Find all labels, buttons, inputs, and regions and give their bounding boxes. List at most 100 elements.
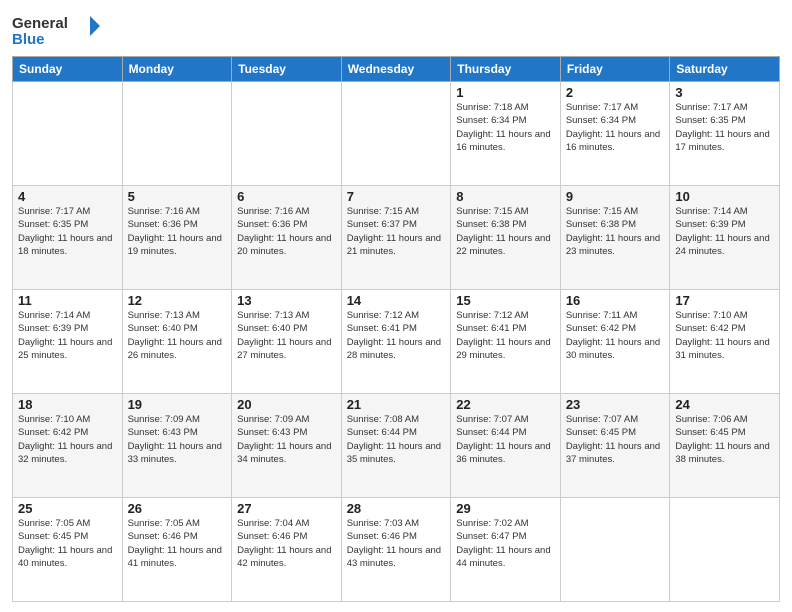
day-number: 22 [456,397,555,412]
day-number: 8 [456,189,555,204]
col-header-sunday: Sunday [13,57,123,82]
day-number: 13 [237,293,336,308]
day-info: Sunrise: 7:06 AM Sunset: 6:45 PM Dayligh… [675,413,774,466]
day-number: 6 [237,189,336,204]
day-info: Sunrise: 7:13 AM Sunset: 6:40 PM Dayligh… [128,309,227,362]
calendar-cell: 18Sunrise: 7:10 AM Sunset: 6:42 PM Dayli… [13,394,123,498]
calendar-cell: 20Sunrise: 7:09 AM Sunset: 6:43 PM Dayli… [232,394,342,498]
day-info: Sunrise: 7:18 AM Sunset: 6:34 PM Dayligh… [456,101,555,154]
calendar-cell [670,498,780,602]
col-header-thursday: Thursday [451,57,561,82]
day-number: 29 [456,501,555,516]
day-number: 2 [566,85,665,100]
day-number: 16 [566,293,665,308]
calendar-cell: 17Sunrise: 7:10 AM Sunset: 6:42 PM Dayli… [670,290,780,394]
day-number: 25 [18,501,117,516]
day-info: Sunrise: 7:02 AM Sunset: 6:47 PM Dayligh… [456,517,555,570]
day-info: Sunrise: 7:12 AM Sunset: 6:41 PM Dayligh… [456,309,555,362]
calendar-week-2: 4Sunrise: 7:17 AM Sunset: 6:35 PM Daylig… [13,186,780,290]
day-info: Sunrise: 7:17 AM Sunset: 6:35 PM Dayligh… [675,101,774,154]
day-info: Sunrise: 7:09 AM Sunset: 6:43 PM Dayligh… [237,413,336,466]
day-number: 18 [18,397,117,412]
calendar-cell: 8Sunrise: 7:15 AM Sunset: 6:38 PM Daylig… [451,186,561,290]
day-number: 24 [675,397,774,412]
calendar-cell: 16Sunrise: 7:11 AM Sunset: 6:42 PM Dayli… [560,290,670,394]
logo-svg: General Blue [12,10,102,50]
calendar-cell: 22Sunrise: 7:07 AM Sunset: 6:44 PM Dayli… [451,394,561,498]
header: General Blue [12,10,780,50]
day-number: 21 [347,397,446,412]
day-info: Sunrise: 7:10 AM Sunset: 6:42 PM Dayligh… [675,309,774,362]
calendar-cell: 21Sunrise: 7:08 AM Sunset: 6:44 PM Dayli… [341,394,451,498]
col-header-saturday: Saturday [670,57,780,82]
day-number: 26 [128,501,227,516]
calendar-cell: 19Sunrise: 7:09 AM Sunset: 6:43 PM Dayli… [122,394,232,498]
svg-text:General: General [12,15,68,32]
day-number: 12 [128,293,227,308]
calendar-cell: 15Sunrise: 7:12 AM Sunset: 6:41 PM Dayli… [451,290,561,394]
logo: General Blue [12,10,102,50]
day-number: 7 [347,189,446,204]
day-info: Sunrise: 7:12 AM Sunset: 6:41 PM Dayligh… [347,309,446,362]
day-number: 4 [18,189,117,204]
day-number: 11 [18,293,117,308]
day-info: Sunrise: 7:04 AM Sunset: 6:46 PM Dayligh… [237,517,336,570]
calendar-week-1: 1Sunrise: 7:18 AM Sunset: 6:34 PM Daylig… [13,82,780,186]
day-number: 15 [456,293,555,308]
day-number: 23 [566,397,665,412]
day-number: 17 [675,293,774,308]
calendar-cell [560,498,670,602]
day-number: 28 [347,501,446,516]
calendar-cell: 13Sunrise: 7:13 AM Sunset: 6:40 PM Dayli… [232,290,342,394]
calendar-cell: 28Sunrise: 7:03 AM Sunset: 6:46 PM Dayli… [341,498,451,602]
calendar-cell: 5Sunrise: 7:16 AM Sunset: 6:36 PM Daylig… [122,186,232,290]
day-info: Sunrise: 7:08 AM Sunset: 6:44 PM Dayligh… [347,413,446,466]
day-number: 9 [566,189,665,204]
calendar-cell: 2Sunrise: 7:17 AM Sunset: 6:34 PM Daylig… [560,82,670,186]
calendar-cell [122,82,232,186]
calendar-week-3: 11Sunrise: 7:14 AM Sunset: 6:39 PM Dayli… [13,290,780,394]
calendar-cell [13,82,123,186]
day-number: 5 [128,189,227,204]
day-info: Sunrise: 7:15 AM Sunset: 6:37 PM Dayligh… [347,205,446,258]
day-number: 3 [675,85,774,100]
day-info: Sunrise: 7:07 AM Sunset: 6:45 PM Dayligh… [566,413,665,466]
day-number: 27 [237,501,336,516]
day-info: Sunrise: 7:13 AM Sunset: 6:40 PM Dayligh… [237,309,336,362]
calendar-cell: 14Sunrise: 7:12 AM Sunset: 6:41 PM Dayli… [341,290,451,394]
day-number: 14 [347,293,446,308]
col-header-friday: Friday [560,57,670,82]
day-info: Sunrise: 7:17 AM Sunset: 6:35 PM Dayligh… [18,205,117,258]
calendar-week-5: 25Sunrise: 7:05 AM Sunset: 6:45 PM Dayli… [13,498,780,602]
calendar-cell: 3Sunrise: 7:17 AM Sunset: 6:35 PM Daylig… [670,82,780,186]
calendar-cell: 12Sunrise: 7:13 AM Sunset: 6:40 PM Dayli… [122,290,232,394]
day-info: Sunrise: 7:16 AM Sunset: 6:36 PM Dayligh… [128,205,227,258]
day-number: 20 [237,397,336,412]
day-info: Sunrise: 7:17 AM Sunset: 6:34 PM Dayligh… [566,101,665,154]
day-number: 19 [128,397,227,412]
calendar-cell: 26Sunrise: 7:05 AM Sunset: 6:46 PM Dayli… [122,498,232,602]
calendar-cell: 10Sunrise: 7:14 AM Sunset: 6:39 PM Dayli… [670,186,780,290]
calendar-cell: 23Sunrise: 7:07 AM Sunset: 6:45 PM Dayli… [560,394,670,498]
day-info: Sunrise: 7:09 AM Sunset: 6:43 PM Dayligh… [128,413,227,466]
day-info: Sunrise: 7:05 AM Sunset: 6:45 PM Dayligh… [18,517,117,570]
calendar-cell: 24Sunrise: 7:06 AM Sunset: 6:45 PM Dayli… [670,394,780,498]
calendar-week-4: 18Sunrise: 7:10 AM Sunset: 6:42 PM Dayli… [13,394,780,498]
calendar-cell: 1Sunrise: 7:18 AM Sunset: 6:34 PM Daylig… [451,82,561,186]
day-info: Sunrise: 7:14 AM Sunset: 6:39 PM Dayligh… [18,309,117,362]
calendar-cell: 29Sunrise: 7:02 AM Sunset: 6:47 PM Dayli… [451,498,561,602]
day-number: 10 [675,189,774,204]
calendar-cell: 6Sunrise: 7:16 AM Sunset: 6:36 PM Daylig… [232,186,342,290]
day-number: 1 [456,85,555,100]
calendar-cell: 27Sunrise: 7:04 AM Sunset: 6:46 PM Dayli… [232,498,342,602]
calendar-cell [341,82,451,186]
day-info: Sunrise: 7:11 AM Sunset: 6:42 PM Dayligh… [566,309,665,362]
day-info: Sunrise: 7:07 AM Sunset: 6:44 PM Dayligh… [456,413,555,466]
calendar-table: SundayMondayTuesdayWednesdayThursdayFrid… [12,56,780,602]
page: General Blue SundayMondayTuesdayWednesda… [0,0,792,612]
day-info: Sunrise: 7:03 AM Sunset: 6:46 PM Dayligh… [347,517,446,570]
col-header-wednesday: Wednesday [341,57,451,82]
day-info: Sunrise: 7:10 AM Sunset: 6:42 PM Dayligh… [18,413,117,466]
day-info: Sunrise: 7:15 AM Sunset: 6:38 PM Dayligh… [566,205,665,258]
calendar-header-row: SundayMondayTuesdayWednesdayThursdayFrid… [13,57,780,82]
